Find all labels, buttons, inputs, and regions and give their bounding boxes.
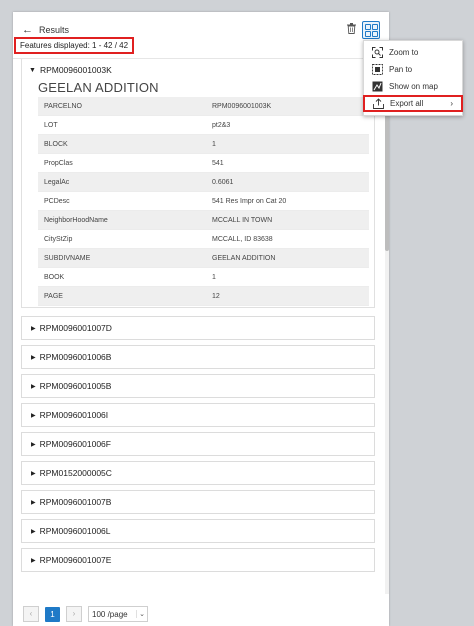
feature-id: RPM0096001006B <box>39 352 112 362</box>
results-title: Results <box>39 25 70 35</box>
feature-id: RPM0096001005B <box>39 381 112 391</box>
back-arrow-icon[interactable]: ← <box>22 24 33 36</box>
zoom-to-icon <box>371 47 383 58</box>
attribute-row: LOT pt2&3 <box>38 115 369 135</box>
attribute-row: PAGE 12 <box>38 286 369 306</box>
attribute-value: 541 Res Impr on Cat 20 <box>206 191 369 211</box>
caret-right-icon: ▶ <box>31 412 36 419</box>
menu-item-zoom-to[interactable]: Zoom to <box>364 44 462 61</box>
attribute-value: 12 <box>206 286 369 306</box>
attribute-key: BOOK <box>38 267 206 287</box>
grid-icon <box>365 24 371 30</box>
attribute-value: RPM0096001003K <box>206 97 369 116</box>
collapsed-feature-item[interactable]: ▶ RPM0096001006I <box>21 403 375 427</box>
feature-id: RPM0096001007B <box>39 497 112 507</box>
caret-right-icon: ▶ <box>31 441 36 448</box>
chevron-right-icon: › <box>450 99 453 108</box>
trash-icon[interactable] <box>347 23 356 37</box>
attribute-key: NeighborHoodName <box>38 210 206 230</box>
attribute-row: PARCELNO RPM0096001003K <box>38 97 369 116</box>
scrollbar[interactable] <box>385 59 389 594</box>
menu-label-zoom-to: Zoom to <box>389 48 419 57</box>
page-size-value: 100 /page <box>92 609 128 619</box>
attribute-key: LegalAc <box>38 172 206 192</box>
attribute-value: 541 <box>206 153 369 173</box>
attribute-row: LegalAc 0.6061 <box>38 172 369 192</box>
attribute-value: MCCALL IN TOWN <box>206 210 369 230</box>
feature-id: RPM0096001006I <box>39 410 109 420</box>
collapsed-feature-item[interactable]: ▶ RPM0096001006F <box>21 432 375 456</box>
collapsed-feature-item[interactable]: ▶ RPM0096001006L <box>21 519 375 543</box>
attribute-row: NeighborHoodName MCCALL IN TOWN <box>38 210 369 230</box>
caret-right-icon: ▶ <box>31 354 36 361</box>
page-size-select[interactable]: 100 /page ⌄ <box>88 606 148 622</box>
caret-right-icon: ▶ <box>31 557 36 564</box>
attribute-row: BLOCK 1 <box>38 134 369 154</box>
feature-id: RPM0096001006L <box>39 526 111 536</box>
expanded-feature-title: GEELAN ADDITION <box>38 80 159 95</box>
menu-label-pan-to: Pan to <box>389 65 413 74</box>
pan-to-icon <box>371 64 383 75</box>
features-displayed-label: Features displayed: 1 - 42 / 42 <box>14 37 135 54</box>
menu-item-show-on-map[interactable]: Show on map <box>364 78 462 95</box>
results-panel: ← Results Features displayed: 1 - 42 / 4… <box>13 12 389 626</box>
attribute-row: PropClas 541 <box>38 153 369 173</box>
menu-label-show-on-map: Show on map <box>389 82 438 91</box>
attribute-key: PAGE <box>38 286 206 306</box>
caret-right-icon: ▶ <box>31 325 36 332</box>
actions-menu: Zoom to Pan to Show on map Export all › <box>363 40 463 116</box>
collapsed-feature-item[interactable]: ▶ RPM0096001007E <box>21 548 375 572</box>
chevron-down-icon: ⌄ <box>136 610 147 618</box>
attribute-key: PARCELNO <box>38 97 206 116</box>
show-on-map-icon <box>371 81 383 92</box>
menu-label-export-all: Export all <box>390 99 424 108</box>
prev-page-button[interactable]: ‹ <box>23 606 39 622</box>
collapsed-feature-item[interactable]: ▶ RPM0096001006B <box>21 345 375 369</box>
expanded-feature-id: RPM0096001003K <box>39 65 112 75</box>
attribute-key: PCDesc <box>38 191 206 211</box>
collapsed-feature-item[interactable]: ▶ RPM0152000005C <box>21 461 375 485</box>
results-list[interactable]: ▼ RPM0096001003K GEELAN ADDITION PARCELN… <box>13 58 389 594</box>
caret-right-icon: ▶ <box>31 528 36 535</box>
attribute-key: BLOCK <box>38 134 206 154</box>
attribute-table: PARCELNO RPM0096001003K LOT pt2&3 BLOCK 1 Prop… <box>38 97 369 306</box>
attribute-value: 0.6061 <box>206 172 369 192</box>
pagination: ‹ 1 › 100 /page ⌄ <box>23 606 148 622</box>
attribute-row: SUBDIVNAME GEELAN ADDITION <box>38 248 369 268</box>
attribute-value: 1 <box>206 267 369 287</box>
attribute-value: 1 <box>206 134 369 154</box>
export-icon <box>372 98 384 109</box>
menu-item-export-all[interactable]: Export all › <box>363 95 463 112</box>
caret-right-icon: ▶ <box>31 470 36 477</box>
caret-right-icon: ▶ <box>31 499 36 506</box>
expanded-feature-header[interactable]: ▼ RPM0096001003K <box>29 65 112 75</box>
attribute-row: BOOK 1 <box>38 267 369 287</box>
feature-id: RPM0096001006F <box>39 439 111 449</box>
collapsed-feature-item[interactable]: ▶ RPM0096001005B <box>21 374 375 398</box>
current-page-button[interactable]: 1 <box>45 606 60 622</box>
menu-item-pan-to[interactable]: Pan to <box>364 61 462 78</box>
expanded-feature-card: ▼ RPM0096001003K GEELAN ADDITION PARCELN… <box>21 59 375 308</box>
attribute-key: PropClas <box>38 153 206 173</box>
attribute-value: MCCALL, ID 83638 <box>206 229 369 249</box>
results-header: ← Results <box>22 24 69 36</box>
attribute-value: GEELAN ADDITION <box>206 248 369 268</box>
attribute-key: LOT <box>38 115 206 135</box>
attribute-row: CityStZip MCCALL, ID 83638 <box>38 229 369 249</box>
feature-id: RPM0096001007E <box>39 555 112 565</box>
attribute-key: CityStZip <box>38 229 206 249</box>
caret-right-icon: ▶ <box>31 383 36 390</box>
collapsed-feature-item[interactable]: ▶ RPM0096001007D <box>21 316 375 340</box>
attribute-row: PCDesc 541 Res Impr on Cat 20 <box>38 191 369 211</box>
caret-down-icon: ▼ <box>29 66 36 74</box>
feature-id: RPM0152000005C <box>39 468 112 478</box>
attribute-key: SUBDIVNAME <box>38 248 206 268</box>
attribute-value: pt2&3 <box>206 115 369 135</box>
collapsed-feature-item[interactable]: ▶ RPM0096001007B <box>21 490 375 514</box>
feature-id: RPM0096001007D <box>39 323 112 333</box>
next-page-button[interactable]: › <box>66 606 82 622</box>
actions-menu-button[interactable] <box>362 21 380 39</box>
